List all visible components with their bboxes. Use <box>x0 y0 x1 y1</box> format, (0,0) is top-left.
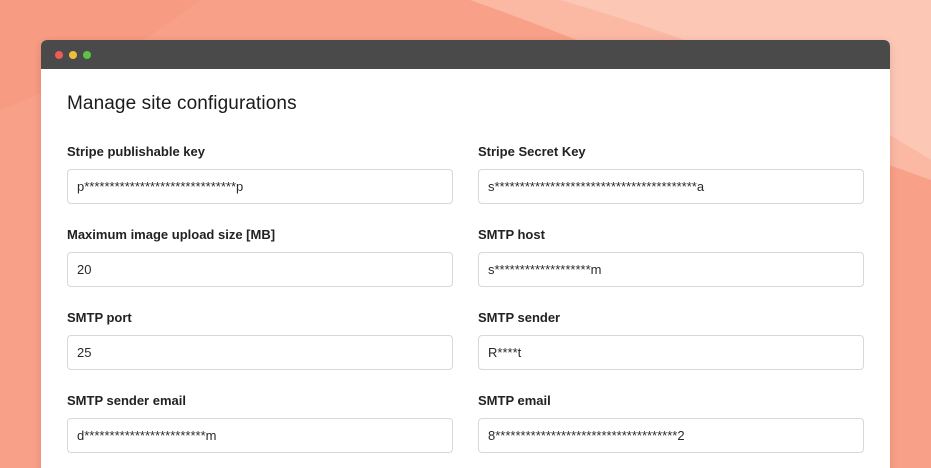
stripe-publishable-key-label: Stripe publishable key <box>67 144 205 159</box>
field-stripe-secret-key: Stripe Secret Key <box>478 143 864 204</box>
stripe-publishable-key-input[interactable] <box>67 169 453 204</box>
stripe-secret-key-input[interactable] <box>478 169 864 204</box>
smtp-host-input[interactable] <box>478 252 864 287</box>
smtp-sender-input[interactable] <box>478 335 864 370</box>
stripe-secret-key-label: Stripe Secret Key <box>478 144 586 159</box>
field-max-image-upload-size: Maximum image upload size [MB] <box>67 226 453 287</box>
maximize-dot-icon[interactable] <box>83 51 91 59</box>
minimize-dot-icon[interactable] <box>69 51 77 59</box>
page-title: Manage site configurations <box>67 93 297 114</box>
browser-window: Manage site configurations Stripe publis… <box>41 40 890 468</box>
smtp-sender-email-label: SMTP sender email <box>67 393 186 408</box>
max-image-upload-size-label: Maximum image upload size [MB] <box>67 227 276 242</box>
smtp-host-label: SMTP host <box>478 227 545 242</box>
smtp-email-label: SMTP email <box>478 393 551 408</box>
field-smtp-email: SMTP email <box>478 392 864 453</box>
field-smtp-port: SMTP port <box>67 309 453 370</box>
close-dot-icon[interactable] <box>55 51 63 59</box>
smtp-email-input[interactable] <box>478 418 864 453</box>
window-titlebar <box>41 40 890 69</box>
smtp-port-input[interactable] <box>67 335 453 370</box>
field-smtp-sender-email: SMTP sender email <box>67 392 453 453</box>
field-smtp-host: SMTP host <box>478 226 864 287</box>
field-stripe-publishable-key: Stripe publishable key <box>67 143 453 204</box>
max-image-upload-size-input[interactable] <box>67 252 453 287</box>
smtp-port-label: SMTP port <box>67 310 132 325</box>
smtp-sender-email-input[interactable] <box>67 418 453 453</box>
smtp-sender-label: SMTP sender <box>478 310 561 325</box>
field-smtp-sender: SMTP sender <box>478 309 864 370</box>
